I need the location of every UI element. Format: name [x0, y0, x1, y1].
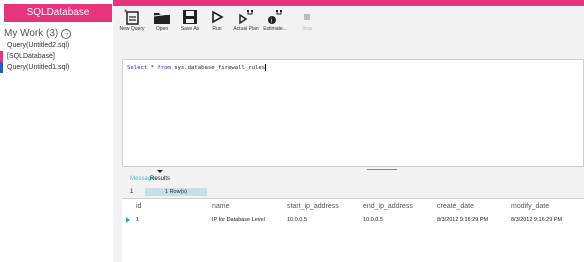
sidebar: SQLDatabase My Work (3) → Query(Untitled…	[0, 0, 113, 262]
keyword-select: Select	[127, 65, 148, 71]
database-title[interactable]: SQLDatabase	[4, 4, 112, 22]
stop-icon	[304, 14, 310, 20]
toolbar: * New Query Open Save As Run Actual Plan	[113, 6, 584, 39]
text-caret	[265, 64, 267, 71]
arrow-right-circle-icon[interactable]: →	[61, 28, 72, 39]
run-icon	[212, 10, 224, 24]
run-button[interactable]: Run	[202, 8, 232, 38]
estimate-button[interactable]: i Estimate...	[260, 8, 290, 38]
open-button[interactable]: Open	[147, 8, 177, 38]
column-header[interactable]: create_date	[437, 201, 474, 213]
tab-results[interactable]: Results	[150, 176, 170, 182]
item-color-marker	[0, 51, 3, 62]
sidebar-item-query-untitled2[interactable]: Query(Untitled2.sql)	[0, 40, 113, 51]
actual-plan-button[interactable]: Actual Plan	[231, 8, 261, 38]
my-work-header[interactable]: My Work (3) →	[4, 28, 72, 39]
sidebar-item-label: Query(Untitled2.sql)	[7, 42, 70, 49]
star-token: *	[147, 65, 158, 71]
column-header[interactable]: id	[136, 201, 141, 213]
row-selector-icon	[126, 217, 130, 223]
table-cell[interactable]: 10.0.0.5	[363, 214, 383, 226]
row-count-badge: 1 Row(s)	[145, 188, 207, 196]
my-work-label: My Work (3)	[4, 28, 59, 39]
keyword-from: from	[157, 65, 171, 71]
sidebar-item-label: Query(Untitled1.sql)	[7, 64, 70, 71]
new-query-button[interactable]: * New Query	[117, 8, 147, 38]
result-pager: 1 1 Row(s)	[122, 188, 584, 197]
table-cell[interactable]: 8/3/2012 9:16:29 PM	[437, 214, 488, 226]
table-name: sys.database_firewall_rules	[170, 65, 266, 71]
sidebar-item-label: [SQLDatabase]	[7, 53, 55, 60]
stop-label: Stop	[301, 26, 313, 32]
new-query-icon: *	[124, 8, 139, 25]
sidebar-item-sqldatabase[interactable]: [SQLDatabase]	[0, 51, 113, 62]
save-icon	[183, 10, 197, 24]
column-header[interactable]: end_ip_address	[363, 201, 413, 213]
table-cell[interactable]: 8/3/2012 9:16:29 PM	[511, 214, 562, 226]
column-header[interactable]: modify_date	[511, 201, 549, 213]
query-editor[interactable]: Select * from sys.database_firewall_rule…	[122, 59, 584, 167]
table-row[interactable]: 1 IP for Database Level 10.0.0.5 10.0.0.…	[122, 214, 584, 226]
pane-splitter[interactable]	[367, 169, 397, 170]
table-cell[interactable]: IP for Database Level	[212, 214, 265, 226]
actual-plan-icon	[239, 10, 253, 25]
page-number[interactable]: 1	[130, 189, 133, 195]
column-header[interactable]: name	[212, 201, 230, 213]
sidebar-item-query-untitled1[interactable]: Query(Untitled1.sql)	[0, 62, 113, 73]
item-color-marker	[0, 40, 3, 51]
save-as-button[interactable]: Save As	[175, 8, 205, 38]
active-tab-indicator	[157, 170, 163, 173]
grid-header: id name start_ip_address end_ip_address …	[122, 201, 584, 213]
table-cell[interactable]: 1	[136, 214, 139, 226]
item-color-marker	[0, 62, 3, 73]
estimate-icon: i	[268, 10, 282, 25]
svg-text:*: *	[124, 8, 128, 16]
stop-button[interactable]: Stop	[292, 8, 322, 38]
table-cell[interactable]: 10.0.0.5	[287, 214, 307, 226]
query-text: Select * from sys.database_firewall_rule…	[127, 64, 267, 71]
results-grid: id name start_ip_address end_ip_address …	[122, 198, 584, 262]
folder-icon	[153, 13, 171, 24]
column-header[interactable]: start_ip_address	[287, 201, 339, 213]
